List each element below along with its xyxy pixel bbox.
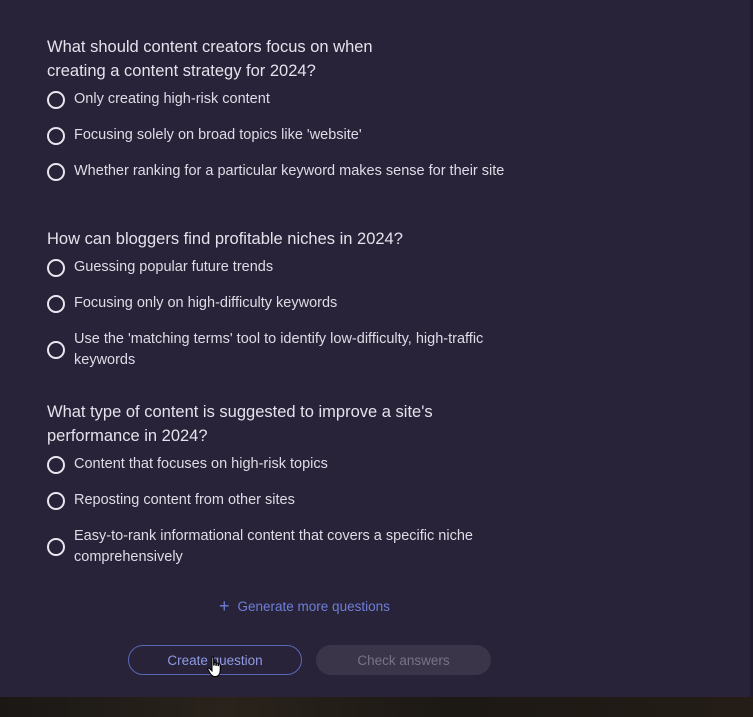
question-2: How can bloggers find profitable niches …: [47, 227, 567, 386]
radio-button[interactable]: [47, 258, 65, 277]
answer-label: Content that focuses on high-risk topics: [74, 456, 328, 472]
answer-label-line: Use the 'matching terms' tool to identif…: [74, 331, 484, 347]
answer-label: Focusing only on high-difficulty keyword…: [74, 295, 338, 311]
answer-label-line: keywords: [74, 352, 136, 368]
answer-option[interactable]: Easy-to-rank informational content that …: [47, 526, 567, 568]
radio-button[interactable]: [47, 341, 65, 359]
question-title: What should content creators focus on wh…: [47, 35, 567, 83]
answer-label-line: Easy-to-rank informational content that …: [74, 528, 473, 544]
answer-label: Only creating high-risk content: [74, 91, 270, 107]
answer-option[interactable]: Whether ranking for a particular keyword…: [47, 161, 567, 182]
answer-option[interactable]: Guessing popular future trends: [47, 257, 567, 278]
answer-label-line: comprehensively: [74, 549, 183, 565]
quiz-panel: What should content creators focus on wh…: [0, 0, 753, 697]
background-strip: [0, 697, 753, 717]
answer-option[interactable]: Content that focuses on high-risk topics: [47, 454, 567, 475]
answer-option[interactable]: Only creating high-risk content: [47, 89, 567, 110]
answer-label: Focusing solely on broad topics like 'we…: [74, 127, 362, 143]
radio-button[interactable]: [47, 162, 65, 181]
question-title: How can bloggers find profitable niches …: [47, 227, 567, 251]
generate-more-label: Generate more questions: [237, 598, 390, 614]
radio-button[interactable]: [47, 538, 65, 556]
radio-button[interactable]: [47, 90, 65, 109]
question-title-line: creating a content strategy for 2024?: [47, 62, 316, 80]
answer-label: Use the 'matching terms' tool to identif…: [74, 329, 483, 371]
answer-label: Guessing popular future trends: [74, 259, 274, 275]
radio-button[interactable]: [47, 126, 65, 145]
answer-label: Easy-to-rank informational content that …: [74, 526, 473, 568]
question-title: What type of content is suggested to imp…: [47, 400, 567, 448]
answer-option[interactable]: Reposting content from other sites: [47, 490, 567, 511]
check-answers-button[interactable]: Check answers: [316, 645, 491, 675]
question-1: What should content creators focus on wh…: [47, 35, 567, 197]
question-3: What type of content is suggested to imp…: [47, 400, 567, 583]
answer-label: Reposting content from other sites: [74, 492, 295, 508]
generate-more-questions-link[interactable]: + Generate more questions: [219, 597, 390, 615]
radio-button[interactable]: [47, 294, 65, 313]
question-title-line: performance in 2024?: [47, 427, 208, 445]
radio-button[interactable]: [47, 455, 65, 474]
answer-option[interactable]: Use the 'matching terms' tool to identif…: [47, 329, 567, 371]
hand-pointer-icon: [207, 656, 221, 677]
question-title-line: How can bloggers find profitable niches …: [47, 230, 403, 248]
radio-button[interactable]: [47, 491, 65, 510]
answer-option[interactable]: Focusing only on high-difficulty keyword…: [47, 293, 567, 314]
plus-icon: +: [219, 596, 230, 616]
answer-label: Whether ranking for a particular keyword…: [74, 163, 505, 179]
question-title-line: What should content creators focus on wh…: [47, 38, 373, 56]
answer-option[interactable]: Focusing solely on broad topics like 'we…: [47, 125, 567, 146]
question-title-line: What type of content is suggested to imp…: [47, 403, 433, 421]
